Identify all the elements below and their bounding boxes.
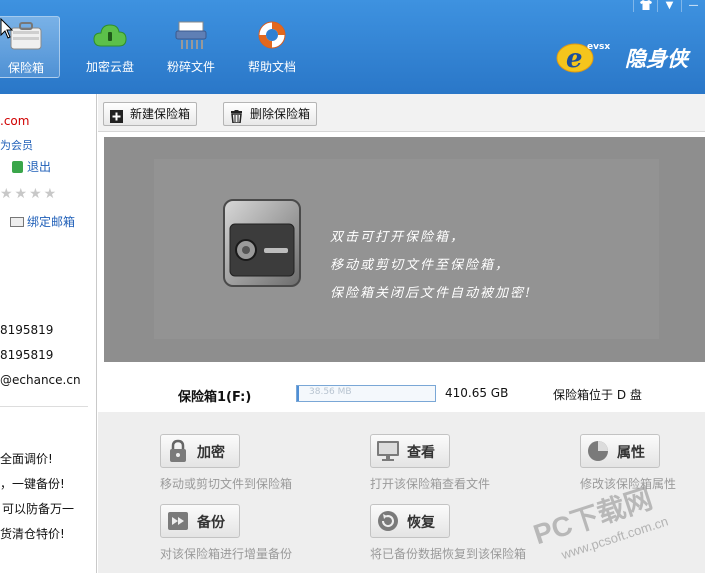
vault-display[interactable] xyxy=(104,137,705,362)
toolbar-label: 帮助文档 xyxy=(247,60,296,74)
backup-description: 对该保险箱进行增量备份 xyxy=(160,547,293,561)
mail-icon xyxy=(10,217,24,227)
member-link[interactable]: 为会员 xyxy=(0,137,33,153)
brand-logo: e evsx 隐身侠 xyxy=(555,36,705,76)
encrypt-label: 加密 xyxy=(197,445,225,461)
contact-email: @echance.cn xyxy=(0,373,81,387)
promo-text[interactable]: 全面调价! xyxy=(0,450,53,467)
svg-text:隐身侠: 隐身侠 xyxy=(625,47,691,71)
toolbar-label: 保险箱 xyxy=(7,61,44,75)
top-toolbar: ▼ — 保险箱 加密云盘 粉碎文件 帮助文档 e evsx 隐身侠 xyxy=(0,0,705,94)
svg-text:evsx: evsx xyxy=(587,42,610,52)
menu-dropdown-button[interactable]: ▼ xyxy=(657,0,681,12)
lifebuoy-icon xyxy=(255,20,289,50)
view-label: 查看 xyxy=(407,445,435,461)
vault-usage-bar: 38.56 MB xyxy=(296,385,436,402)
restore-label: 恢复 xyxy=(407,515,435,531)
vault-location: 保险箱位于 D 盘 xyxy=(553,388,642,402)
shredder-icon xyxy=(174,20,208,50)
new-vault-label: 新建保险箱 xyxy=(130,107,191,121)
promo-text[interactable]: 可以防备万一 xyxy=(2,500,74,517)
toolbar-help-docs[interactable]: 帮助文档 xyxy=(238,16,306,78)
toolbar-label: 加密云盘 xyxy=(85,60,134,74)
account-email: .com xyxy=(0,114,30,128)
logout-label: 退出 xyxy=(27,160,52,174)
svg-text:e: e xyxy=(566,44,583,74)
bind-email-label: 绑定邮箱 xyxy=(27,215,76,229)
new-vault-button[interactable]: 新建保险箱 xyxy=(103,102,198,126)
exit-icon xyxy=(12,161,23,173)
vault-capacity: 410.65 GB xyxy=(445,386,509,400)
phone-number: 8195819 xyxy=(0,323,54,337)
delete-vault-button[interactable]: 删除保险箱 xyxy=(223,102,318,126)
restore-button[interactable]: 恢复 xyxy=(370,504,450,538)
plus-icon xyxy=(110,108,123,123)
lock-icon xyxy=(166,439,190,463)
phone-number: 8195819 xyxy=(0,348,54,362)
view-button[interactable]: 查看 xyxy=(370,434,450,468)
bind-email-link[interactable]: 绑定邮箱 xyxy=(10,213,75,230)
toolbar-encrypted-cloud[interactable]: 加密云盘 xyxy=(76,16,144,78)
backup-button[interactable]: 备份 xyxy=(160,504,240,538)
logout-link[interactable]: 退出 xyxy=(12,158,51,175)
vault-action-bar: 新建保险箱 删除保险箱 xyxy=(98,94,705,132)
site-watermark: PC下载网 www.pcsoft.com.cn xyxy=(500,450,705,570)
minimize-button[interactable]: — xyxy=(681,0,705,12)
rating-stars: ★★★★ xyxy=(0,186,59,202)
vault-hint: 保险箱关闭后文件自动被加密! xyxy=(330,286,533,301)
encrypt-description: 移动或剪切文件到保险箱 xyxy=(160,477,293,491)
safe-icon[interactable] xyxy=(222,198,302,290)
vault-info-row: 保险箱1(F:) 38.56 MB 410.65 GB 保险箱位于 D 盘 xyxy=(98,374,705,412)
view-description: 打开该保险箱查看文件 xyxy=(370,477,491,491)
shirt-icon[interactable] xyxy=(633,0,657,12)
vault-used-size: 38.56 MB xyxy=(309,387,352,397)
vault-name: 保险箱1(F:) xyxy=(178,390,252,405)
monitor-icon xyxy=(376,439,400,463)
toolbar-shred-files[interactable]: 粉碎文件 xyxy=(157,16,225,78)
vault-hint: 移动或剪切文件至保险箱， xyxy=(330,258,511,273)
cloud-lock-icon xyxy=(93,20,127,50)
window-controls: ▼ — xyxy=(633,0,705,12)
account-sidebar: .com 为会员 退出 ★★★★ 绑定邮箱 8195819 8195819 @e… xyxy=(0,94,97,573)
encrypt-button[interactable]: 加密 xyxy=(160,434,240,468)
vault-hint: 双击可打开保险箱， xyxy=(330,230,466,245)
vault-usage-fill xyxy=(297,386,299,401)
backup-label: 备份 xyxy=(197,515,225,531)
promo-text[interactable]: 货清仓特价! xyxy=(0,525,65,542)
backup-icon xyxy=(166,509,190,533)
sidebar-divider xyxy=(0,406,88,407)
promo-text[interactable]: ，一键备份! xyxy=(0,475,65,492)
delete-vault-label: 删除保险箱 xyxy=(250,107,311,121)
restore-icon xyxy=(376,509,400,533)
trash-icon xyxy=(230,108,243,124)
toolbar-label: 粉碎文件 xyxy=(166,60,215,74)
safe-box-icon xyxy=(9,21,43,51)
mouse-cursor-icon xyxy=(0,18,14,39)
